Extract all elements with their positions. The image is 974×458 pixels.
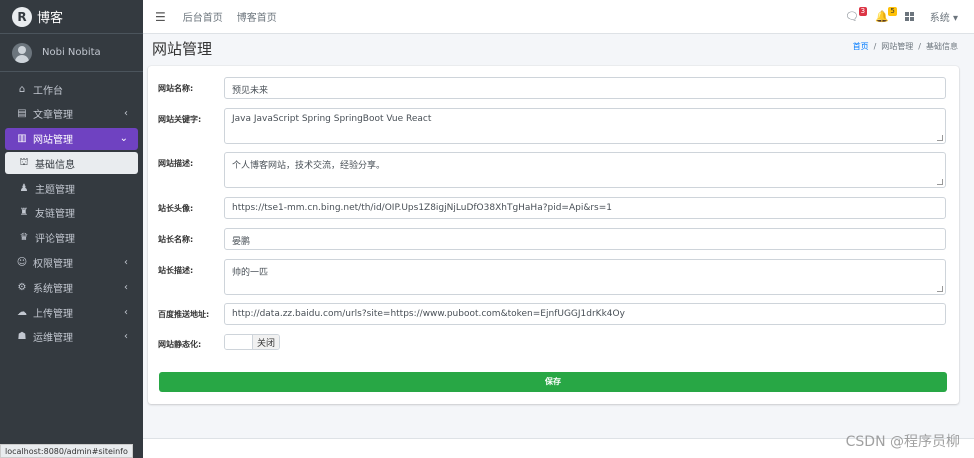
site-keywords-label: 网站关键字: [158,115,202,124]
admin-home-link[interactable]: 后台首页 [183,9,223,24]
gear-icon: ⚙ [17,281,27,293]
owner-desc-textarea[interactable]: 帅的一匹 [224,259,946,295]
theme-icon: ♟ [19,182,29,194]
status-url: localhost:8080/admin#siteinfo [0,444,133,458]
static-label: 网站静态化: [158,340,202,349]
save-button[interactable]: 保存 [159,372,947,392]
sidebar-item-label: 工作台 [33,85,63,97]
sidebar: R 博客 Nobi Nobita ⌂ 工作台 ▤ 文章管理 ‹ ▥ 网站管理 ⌄… [0,0,143,458]
sidebar-item-ops[interactable]: ☗ 运维管理 ‹ [5,326,138,348]
user-panel[interactable]: Nobi Nobita [0,34,143,72]
brand-logo-letter: R [17,9,27,24]
chevron-down-icon: ⌄ [119,133,128,145]
upload-icon: ☁ [17,306,27,318]
sidebar-item-label: 上传管理 [33,308,73,320]
sidebar-item-label: 友链管理 [35,209,75,221]
breadcrumb-separator: / [873,42,877,51]
sidebar-nav: ⌂ 工作台 ▤ 文章管理 ‹ ▥ 网站管理 ⌄ ⛫ 基础信息 ♟ 主题管理 ♜ … [0,72,143,357]
static-row: 网站静态化: 关闭 [158,333,281,350]
chevron-left-icon: ‹ [124,108,128,120]
page-title: 网站管理 [152,40,213,58]
sidebar-item-label: 基础信息 [35,159,75,171]
caret-down-icon: ▾ [952,13,958,24]
system-menu[interactable]: 系统 ▾ [930,9,958,24]
sidebar-item-label: 权限管理 [33,259,73,271]
breadcrumb-item: 网站管理 [881,42,914,51]
sidebar-item-label: 主题管理 [35,184,75,196]
owner-avatar-label: 站长头像: [158,204,194,213]
owner-desc-row: 站长描述: 帅的一匹 [158,259,946,295]
comment-icon: ♛ [19,232,29,244]
permission-icon: ☺ [16,257,28,269]
user-name: Nobi Nobita [42,47,101,58]
owner-avatar-input[interactable]: https://tse1-mm.cn.bing.net/th/id/OIP.Up… [224,197,946,219]
breadcrumb-current: 基础信息 [926,42,958,51]
baidu-push-input[interactable]: http://data.zz.baidu.com/urls?site=https… [224,303,946,325]
chevron-left-icon: ‹ [124,257,128,269]
brand-logo-icon: R [12,6,32,27]
sidebar-item-theme[interactable]: ♟ 主题管理 [5,177,138,199]
site-name-row: 网站名称: 预见未来 [158,77,946,99]
owner-name-row: 站长名称: 晏鹏 [158,228,946,250]
sidebar-item-label: 评论管理 [35,234,75,246]
site-desc-row: 网站描述: 个人博客网站，技术交流，经验分享。 [158,152,946,188]
chevron-left-icon: ‹ [124,281,128,293]
owner-desc-label: 站长描述: [158,266,194,275]
home-icon: ⌂ [18,83,26,95]
avatar [12,42,32,63]
site-info-card: 网站名称: 预见未来 网站关键字: Java JavaScript Spring… [148,66,959,404]
breadcrumb-home-link[interactable]: 首页 [853,42,869,51]
brand[interactable]: R 博客 [0,0,143,34]
site-name-input[interactable]: 预见未来 [224,77,946,99]
site-keywords-row: 网站关键字: Java JavaScript Spring SpringBoot… [158,108,946,144]
info-icon: ⛫ [19,156,29,168]
notifications-badge: 5 [888,7,897,16]
article-icon: ▤ [17,108,27,120]
owner-name-input[interactable]: 晏鹏 [224,228,946,250]
comments-icon[interactable]: 🗨 3 [845,7,868,23]
site-keywords-textarea[interactable]: Java JavaScript Spring SpringBoot Vue Re… [224,108,946,144]
ops-icon: ☗ [17,331,27,343]
sidebar-item-upload[interactable]: ☁ 上传管理 ‹ [5,301,138,323]
site-name-label: 网站名称: [158,84,194,93]
sidebar-item-friend-links[interactable]: ♜ 友链管理 [5,202,138,224]
toggle-knob [225,335,252,349]
static-toggle[interactable]: 关闭 [224,334,281,350]
sidebar-item-label: 运维管理 [33,333,73,345]
system-menu-label: 系统 [929,13,950,24]
apps-grid-icon[interactable] [904,12,914,21]
breadcrumb: 首页 / 网站管理 / 基础信息 [853,41,958,52]
sidebar-item-dashboard[interactable]: ⌂ 工作台 [5,78,138,100]
menu-toggle-icon[interactable]: ☰ [155,10,166,24]
link-icon: ♜ [19,207,29,219]
watermark: CSDN @程序员柳 [845,434,960,450]
sidebar-item-comments[interactable]: ♛ 评论管理 [5,227,138,249]
brand-name: 博客 [37,11,64,26]
site-desc-label: 网站描述: [158,159,194,168]
sidebar-item-label: 文章管理 [33,110,73,122]
chevron-left-icon: ‹ [124,331,128,343]
site-desc-textarea[interactable]: 个人博客网站，技术交流，经验分享。 [224,152,946,188]
owner-name-label: 站长名称: [158,235,194,244]
breadcrumb-separator: / [918,42,921,51]
baidu-push-label: 百度推送地址: [158,310,210,319]
sidebar-item-label: 网站管理 [33,135,73,147]
toggle-state-label: 关闭 [252,335,280,349]
website-icon: ▥ [17,133,27,145]
chevron-left-icon: ‹ [124,306,128,318]
sidebar-item-label: 系统管理 [33,283,73,295]
owner-avatar-row: 站长头像: https://tse1-mm.cn.bing.net/th/id/… [158,197,946,219]
sidebar-item-permissions[interactable]: ☺ 权限管理 ‹ [5,252,138,274]
blog-home-link[interactable]: 博客首页 [237,9,277,24]
sidebar-item-website[interactable]: ▥ 网站管理 ⌄ [5,127,138,150]
bell-icon[interactable]: 🔔 5 [875,7,897,23]
sidebar-item-system[interactable]: ⚙ 系统管理 ‹ [5,276,138,298]
top-navbar: ☰ 后台首页 博客首页 🗨 3 🔔 5 系统 ▾ [143,0,974,34]
comments-badge: 3 [858,7,868,16]
topbar-right: 🗨 3 🔔 5 系统 ▾ [845,7,962,24]
baidu-push-row: 百度推送地址: http://data.zz.baidu.com/urls?si… [158,303,946,325]
sidebar-item-basic-info[interactable]: ⛫ 基础信息 [5,152,138,175]
sidebar-item-articles[interactable]: ▤ 文章管理 ‹ [5,103,138,125]
